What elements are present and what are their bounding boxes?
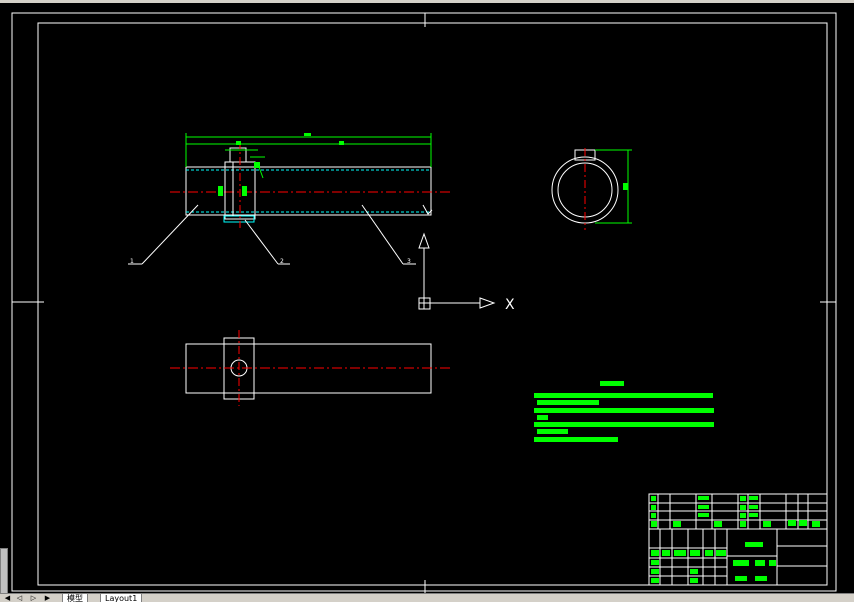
vertical-scroll-widget[interactable] [0,548,8,594]
sheet-inner-border [37,22,828,586]
next-tab-icon[interactable]: ▷ [28,594,39,602]
leader-label-3: 3 [407,258,411,265]
leader-label-2: 2 [280,258,284,265]
title-block-texts [651,496,820,583]
title-block[interactable] [648,493,828,586]
tab-layout1[interactable]: Layout1 [100,594,143,602]
leader-label-1: 1 [130,258,134,265]
layout-tabs-bar: ◀ ◁ ▷ ▶ 模型 Layout1 [0,593,854,602]
last-tab-icon[interactable]: ▶ [42,594,53,602]
dimensions-front [185,133,432,196]
prev-tab-icon[interactable]: ◁ [14,594,25,602]
model-space-canvas[interactable]: 1 2 3 X [0,0,854,594]
leader-lines [128,204,433,265]
technical-requirements [534,381,714,442]
side-view-ring[interactable] [551,148,619,230]
tab-model[interactable]: 模型 [62,594,88,602]
front-view-tube[interactable] [170,166,452,216]
ucs-icon [418,232,496,310]
first-tab-icon[interactable]: ◀ [2,594,13,602]
ucs-x-label: X [505,297,515,313]
top-view-tube[interactable] [170,330,452,406]
